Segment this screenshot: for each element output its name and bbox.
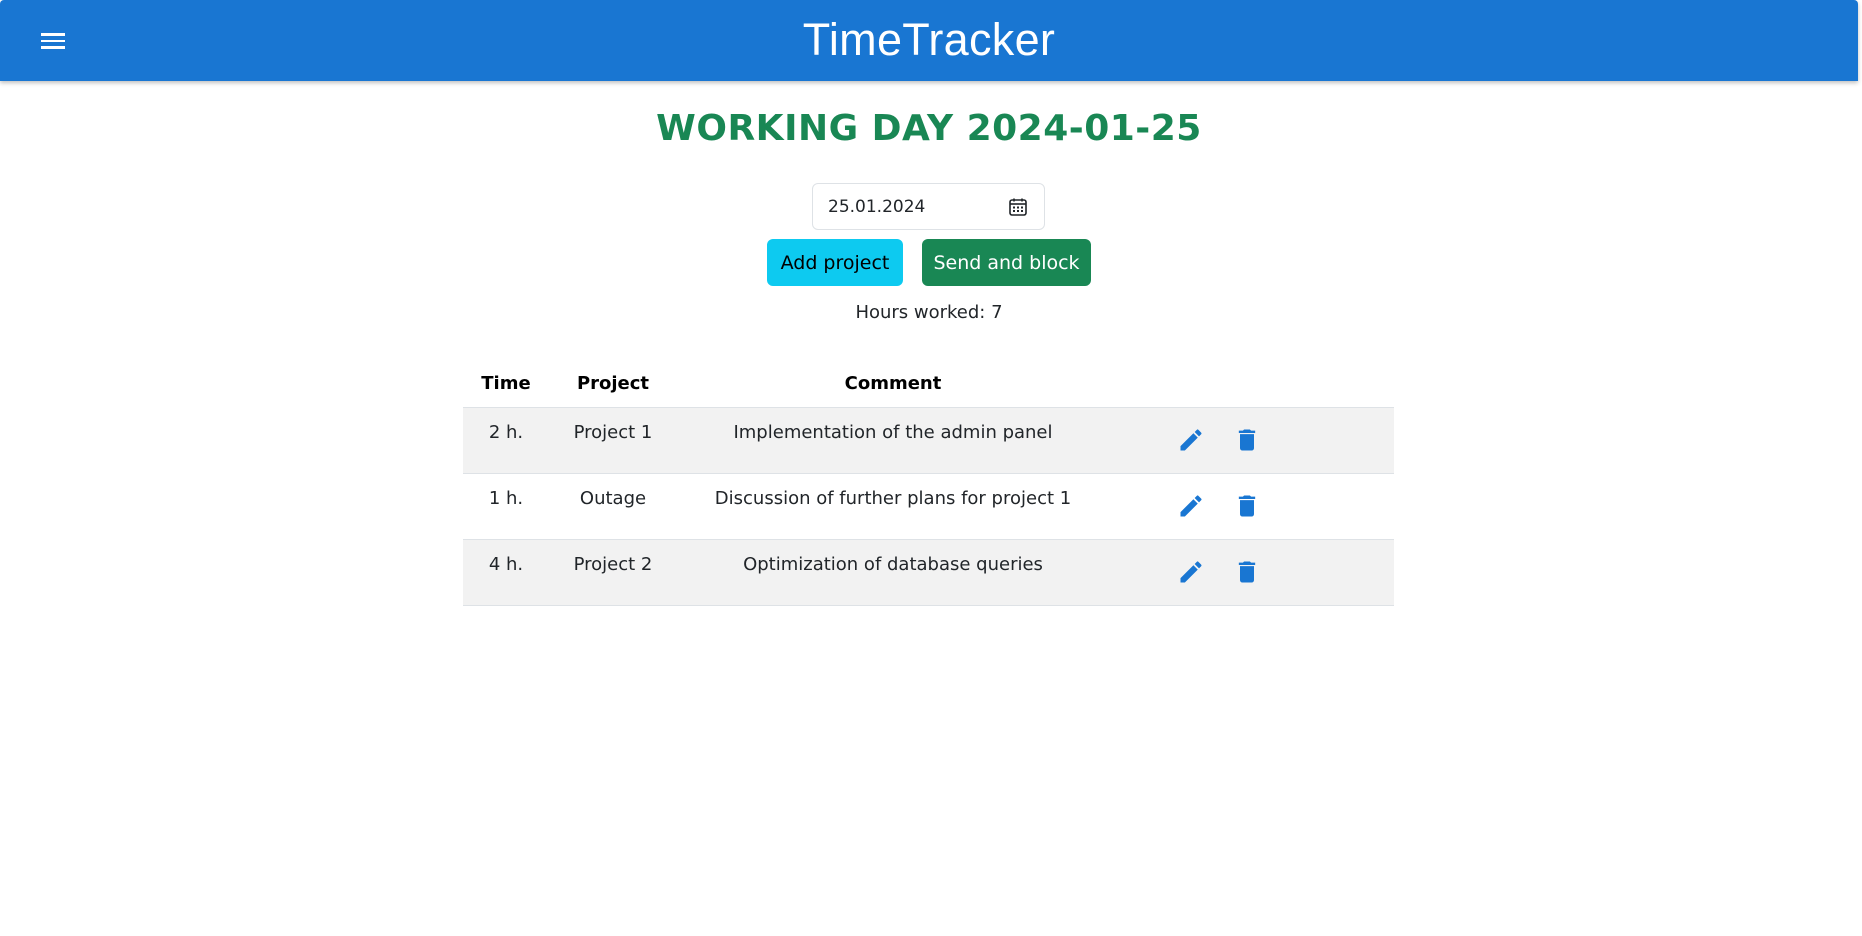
app-bar: TimeTracker — [0, 0, 1858, 81]
edit-cell — [1109, 540, 1222, 605]
cell-comment: Implementation of the admin panel — [733, 422, 1053, 443]
pencil-icon[interactable] — [1177, 558, 1205, 586]
delete-cell — [1222, 408, 1282, 473]
add-project-button[interactable]: Add project — [767, 239, 903, 286]
trash-icon[interactable] — [1233, 558, 1261, 586]
cell-time: 2 h. — [488, 422, 524, 443]
projects-table: Time Project Comment 2 h. Project 1 Impl… — [463, 360, 1394, 606]
edit-cell — [1109, 474, 1222, 539]
date-input[interactable]: 25.01.2024 — [812, 183, 1045, 230]
trash-icon[interactable] — [1233, 426, 1261, 454]
app-title: TimeTracker — [802, 14, 1056, 65]
delete-cell — [1222, 540, 1282, 605]
date-value: 25.01.2024 — [828, 196, 926, 217]
header-project: Project — [576, 373, 650, 394]
cell-comment: Optimization of database queries — [743, 554, 1043, 575]
header-comment: Comment — [844, 373, 942, 394]
hours-worked: Hours worked: 7 — [855, 302, 1003, 323]
delete-cell — [1222, 474, 1282, 539]
trash-icon[interactable] — [1233, 492, 1261, 520]
page-title: WORKING DAY 2024-01-25 — [656, 108, 1202, 149]
send-and-block-button[interactable]: Send and block — [922, 239, 1091, 286]
table-row: 1 h. Outage Discussion of further plans … — [463, 474, 1394, 540]
cell-time: 4 h. — [488, 554, 524, 575]
edit-cell — [1109, 408, 1222, 473]
table-header: Time Project Comment — [463, 360, 1394, 408]
header-time: Time — [481, 373, 531, 394]
calendar-icon[interactable] — [1008, 197, 1028, 217]
cell-project: Project 1 — [573, 422, 653, 443]
table-row: 4 h. Project 2 Optimization of database … — [463, 540, 1394, 606]
cell-time: 1 h. — [488, 488, 524, 509]
pencil-icon[interactable] — [1177, 426, 1205, 454]
cell-project: Project 2 — [573, 554, 653, 575]
cell-project: Outage — [579, 488, 647, 509]
pencil-icon[interactable] — [1177, 492, 1205, 520]
cell-comment: Discussion of further plans for project … — [714, 488, 1072, 509]
table-row: 2 h. Project 1 Implementation of the adm… — [463, 408, 1394, 474]
